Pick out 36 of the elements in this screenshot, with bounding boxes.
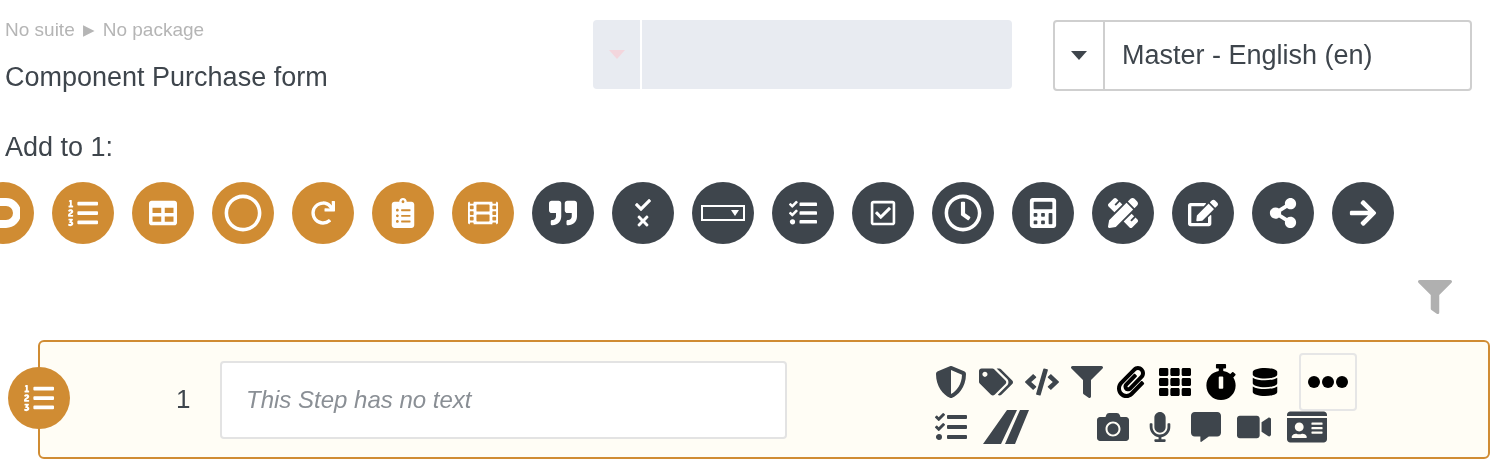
add-label: Add to 1: <box>4 131 115 164</box>
checklist-icon[interactable] <box>935 410 967 443</box>
more-icon <box>1308 375 1348 388</box>
paperclip-icon[interactable] <box>1115 365 1147 398</box>
language-select[interactable]: Master - English (en) <box>1053 20 1472 91</box>
checklist-icon <box>789 198 817 227</box>
dropdown-icon <box>701 204 745 221</box>
camera-icon[interactable] <box>1097 410 1129 443</box>
filter-icon[interactable] <box>1071 365 1103 398</box>
table-icon <box>149 198 177 227</box>
stopwatch-icon[interactable] <box>1203 363 1239 400</box>
edit-icon <box>1188 197 1218 228</box>
more-button[interactable] <box>1299 352 1357 411</box>
step-text-field[interactable]: This Step has no text <box>220 360 787 439</box>
numbered-list-icon <box>68 197 98 228</box>
suite-label: No suite <box>5 18 75 42</box>
numbered-list-icon <box>24 383 54 413</box>
shield-icon[interactable] <box>935 365 967 398</box>
caret-icon <box>1071 51 1087 60</box>
checkbox-icon <box>869 198 897 227</box>
arrow-icon <box>1348 197 1378 228</box>
breadcrumb-separator: ▶ <box>82 20 95 40</box>
step-number: 1 <box>176 383 192 416</box>
calculator-icon <box>1028 197 1058 228</box>
clock-icon <box>944 193 982 232</box>
database-icon[interactable] <box>1251 367 1279 396</box>
quote-icon <box>549 198 577 227</box>
loop-arrow-icon <box>311 200 335 225</box>
grid-icon[interactable] <box>1159 365 1191 398</box>
page-title: Component Purchase form <box>5 60 329 94</box>
share-icon <box>1268 197 1298 228</box>
comment-icon[interactable] <box>1191 411 1221 442</box>
package-label: No package <box>102 18 205 42</box>
pencil-ruler-icon <box>1108 197 1138 228</box>
check-cross-icon <box>635 196 651 229</box>
slash-icon[interactable] <box>983 409 1029 444</box>
